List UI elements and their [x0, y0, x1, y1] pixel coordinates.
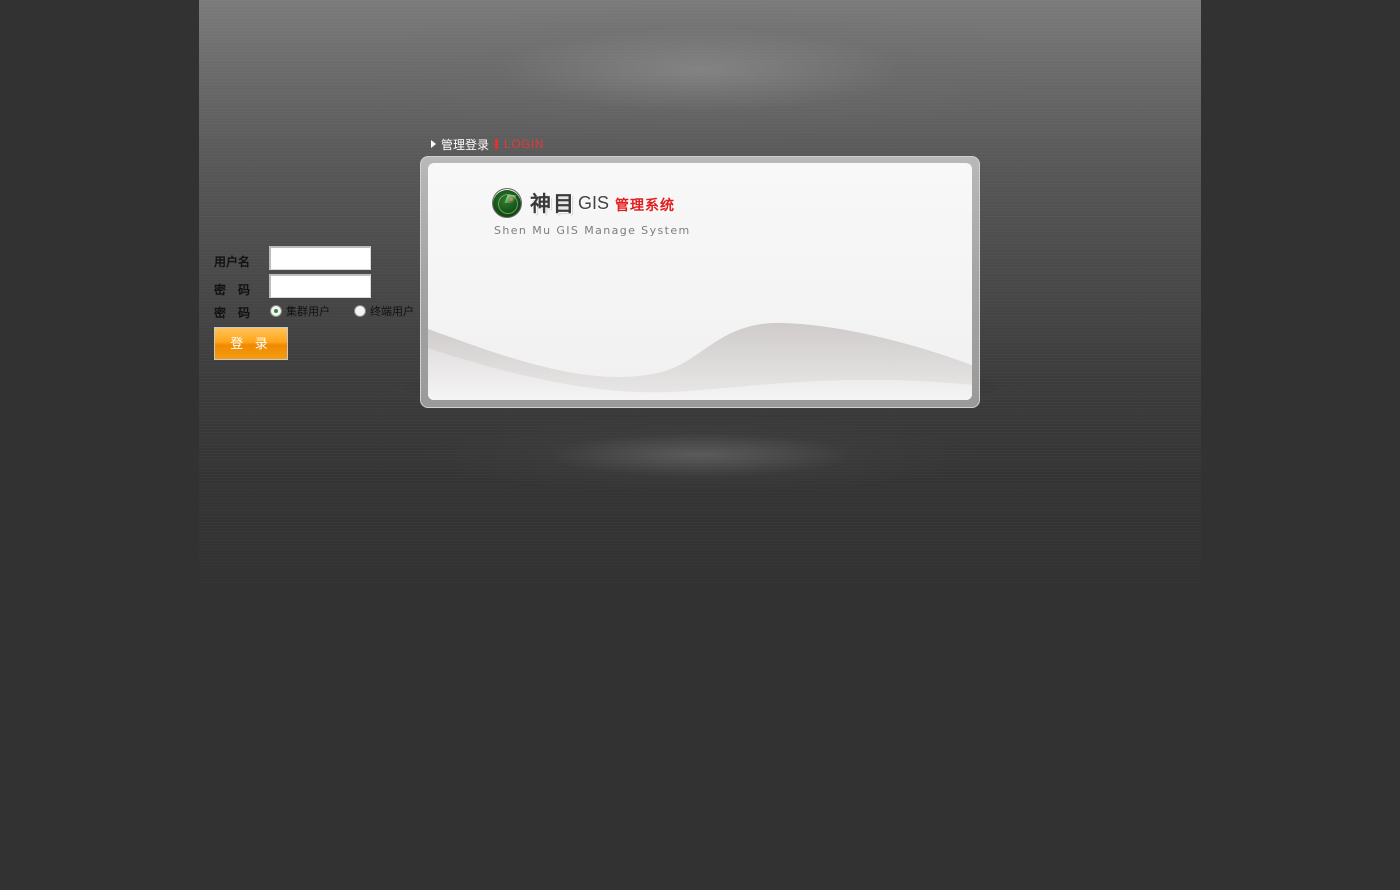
brand-subtitle: Shen Mu GIS Manage System: [494, 224, 691, 237]
brand-name: 神目: [530, 193, 576, 216]
username-input[interactable]: [269, 246, 371, 270]
username-label: 用户名: [214, 255, 251, 269]
password-input[interactable]: [269, 274, 371, 298]
brand-gis: GIS: [578, 192, 610, 213]
radio-unselected-icon[interactable]: [354, 305, 366, 317]
user-type-row: 密 码 集群用户 终端用户: [214, 302, 424, 322]
login-button[interactable]: 登 录: [214, 327, 288, 360]
password-row: 密 码: [214, 274, 424, 302]
red-bar-divider: [495, 139, 499, 149]
username-row: 用户名: [214, 246, 424, 274]
radio-selected-icon[interactable]: [270, 305, 282, 317]
user-type-label: 密 码: [214, 306, 251, 320]
login-heading: 管理登录 LOGIN: [431, 136, 544, 152]
radio-cluster-user-label: 集群用户: [286, 306, 330, 318]
brand-logo: 神目 GIS 管理系统: [492, 188, 675, 218]
backdrop-fade: [199, 540, 1201, 600]
login-form: 用户名 密 码 密 码 集群用户 终端用户 登 录: [214, 246, 424, 360]
radio-terminal-user[interactable]: 终端用户: [354, 303, 414, 319]
password-label: 密 码: [214, 283, 251, 297]
radar-icon: [492, 188, 522, 218]
brand-system: 管理系统: [615, 197, 676, 213]
login-heading-zh: 管理登录: [441, 137, 490, 152]
radio-terminal-user-label: 终端用户: [370, 306, 414, 318]
login-heading-en: LOGIN: [504, 137, 544, 151]
radar-blip: [510, 198, 513, 201]
triangle-arrow-icon: [431, 140, 436, 148]
radio-cluster-user[interactable]: 集群用户: [270, 303, 330, 319]
